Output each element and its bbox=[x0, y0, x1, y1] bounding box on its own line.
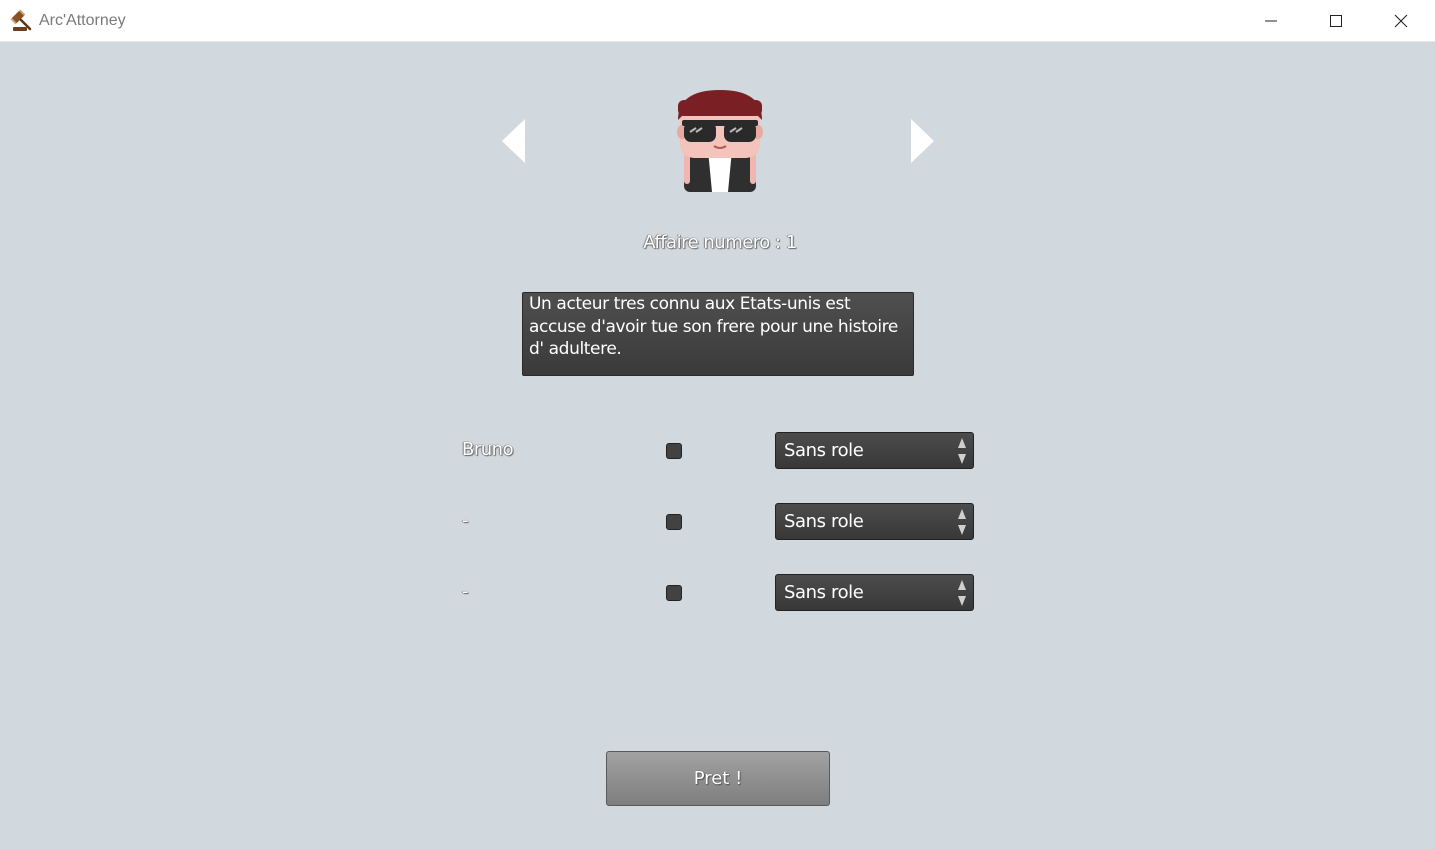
gavel-icon bbox=[10, 9, 32, 31]
case-number-label: Affaire numero : 1 bbox=[643, 232, 797, 253]
role-select[interactable]: Sans role bbox=[775, 503, 974, 540]
ready-button[interactable]: Pret ! bbox=[606, 751, 830, 806]
minimize-button[interactable] bbox=[1239, 0, 1303, 42]
player-name: - bbox=[462, 581, 469, 602]
character-avatar bbox=[677, 90, 763, 192]
window-title: Arc'Attorney bbox=[39, 12, 126, 29]
role-select-value: Sans role bbox=[784, 511, 864, 532]
role-select-value: Sans role bbox=[784, 440, 864, 461]
player-checkbox[interactable] bbox=[666, 585, 682, 601]
maximize-button[interactable] bbox=[1304, 0, 1368, 42]
player-name: - bbox=[462, 510, 469, 531]
player-checkbox[interactable] bbox=[666, 514, 682, 530]
role-select[interactable]: Sans role bbox=[775, 432, 974, 469]
title-bar: Arc'Attorney bbox=[0, 0, 1435, 42]
maximize-icon bbox=[1330, 15, 1342, 27]
arrow-left-icon[interactable] bbox=[501, 118, 527, 164]
ready-button-label: Pret ! bbox=[693, 768, 743, 789]
close-button[interactable] bbox=[1369, 0, 1433, 42]
spinner-arrows-icon bbox=[958, 509, 966, 535]
role-select-value: Sans role bbox=[784, 582, 864, 603]
spinner-arrows-icon bbox=[958, 580, 966, 606]
close-icon bbox=[1394, 14, 1408, 28]
arrow-right-icon[interactable] bbox=[909, 118, 935, 164]
case-description: Un acteur tres connu aux Etats-unis est … bbox=[522, 292, 914, 376]
player-checkbox[interactable] bbox=[666, 443, 682, 459]
role-select[interactable]: Sans role bbox=[775, 574, 974, 611]
spinner-arrows-icon bbox=[958, 438, 966, 464]
app-window: Arc'Attorney Affaire numero: 1 Un acteu… bbox=[0, 0, 1435, 849]
minimize-icon bbox=[1265, 20, 1277, 22]
player-name: Bruno bbox=[462, 439, 514, 460]
